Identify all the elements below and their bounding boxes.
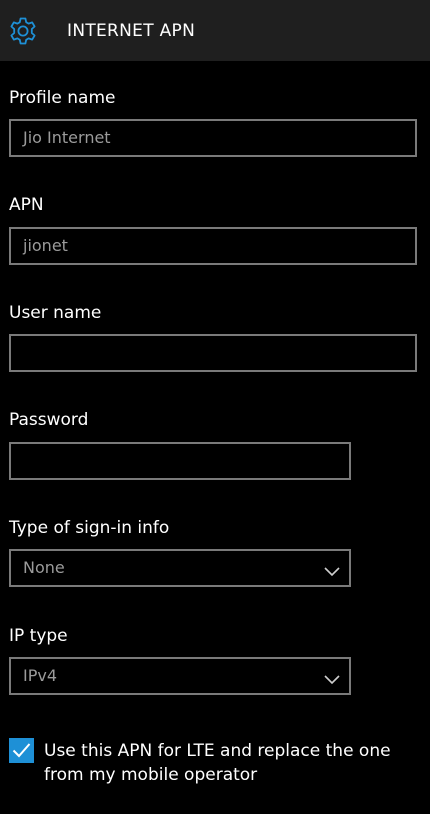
gear-icon[interactable] bbox=[7, 15, 39, 47]
ip-type-value: IPv4 bbox=[23, 666, 58, 685]
ip-type-dropdown[interactable]: IPv4 bbox=[9, 657, 351, 695]
profile-name-field[interactable]: Jio Internet bbox=[9, 119, 417, 157]
chevron-down-icon bbox=[324, 670, 340, 685]
lte-apn-checkbox[interactable] bbox=[9, 738, 34, 763]
password-field[interactable] bbox=[9, 442, 351, 480]
ip-type-label: IP type bbox=[9, 626, 68, 646]
app-header: INTERNET APN bbox=[0, 0, 430, 61]
user-name-label: User name bbox=[9, 303, 102, 323]
profile-name-label: Profile name bbox=[9, 88, 116, 108]
sign-in-type-value: None bbox=[23, 558, 65, 577]
lte-apn-label[interactable]: Use this APN for LTE and replace the one… bbox=[44, 739, 424, 787]
sign-in-type-dropdown[interactable]: None bbox=[9, 549, 351, 587]
profile-name-value: Jio Internet bbox=[23, 128, 111, 147]
checkmark-icon bbox=[12, 743, 31, 758]
user-name-field[interactable] bbox=[9, 334, 417, 372]
apn-label: APN bbox=[9, 195, 44, 215]
apn-value: jionet bbox=[23, 236, 68, 255]
page-title: INTERNET APN bbox=[67, 21, 196, 41]
sign-in-type-label: Type of sign-in info bbox=[9, 518, 170, 538]
apn-field[interactable]: jionet bbox=[9, 227, 417, 265]
password-label: Password bbox=[9, 410, 89, 430]
chevron-down-icon bbox=[324, 562, 340, 577]
